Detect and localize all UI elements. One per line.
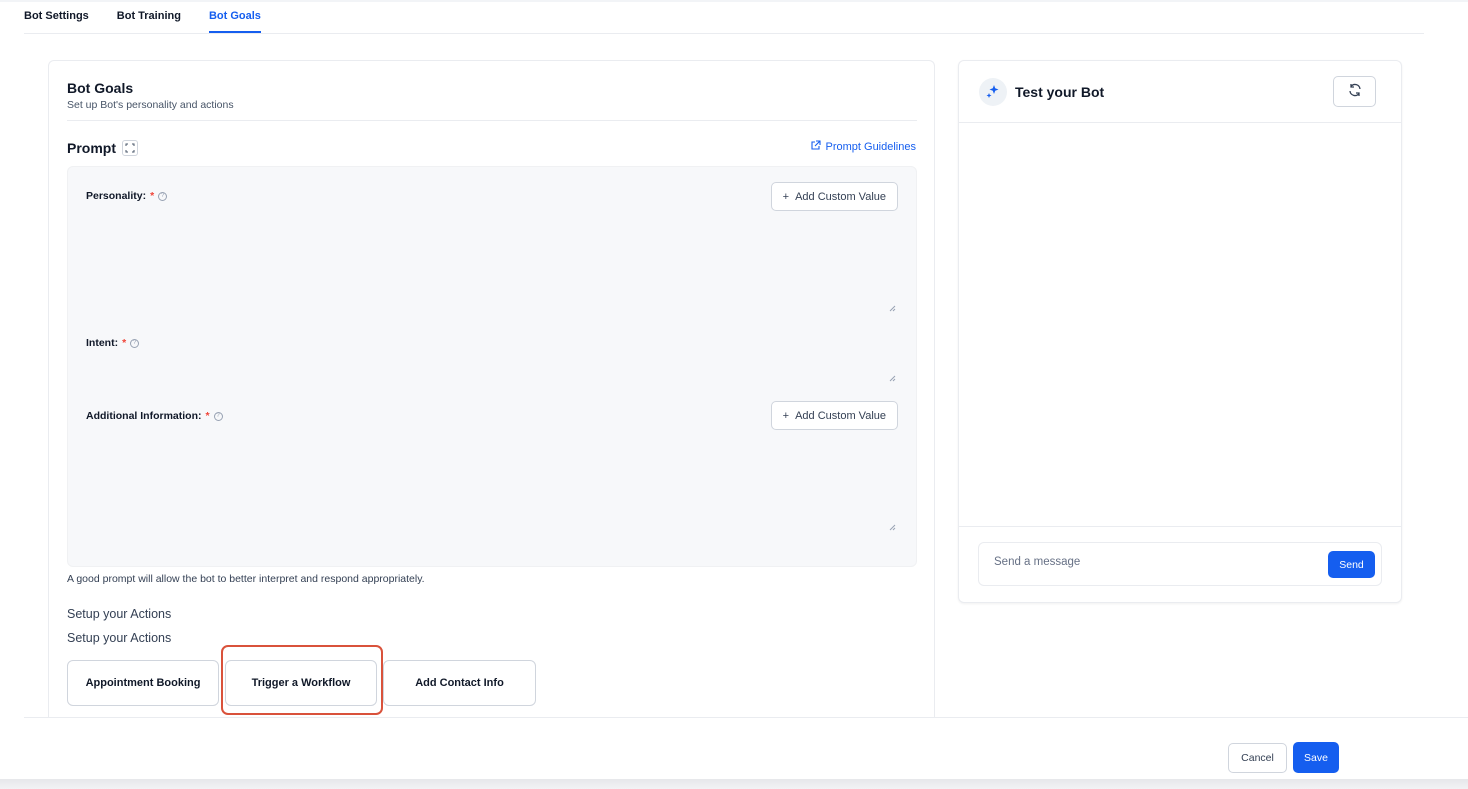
plus-icon: + xyxy=(782,190,790,203)
additional-info-label-text: Additional Information: xyxy=(86,410,202,422)
bot-goals-card: Bot Goals Set up Bot's personality and a… xyxy=(48,60,935,740)
resize-handle-icon[interactable] xyxy=(888,523,896,534)
chat-divider xyxy=(959,526,1401,527)
bottom-shade xyxy=(0,779,1468,789)
add-custom-value-label: Add Custom Value xyxy=(795,409,886,422)
card-title: Bot Goals xyxy=(67,80,134,96)
card-subtitle: Set up Bot's personality and actions xyxy=(67,99,234,111)
message-input[interactable] xyxy=(994,556,1314,568)
tabs-divider xyxy=(24,33,1424,34)
resize-handle-icon[interactable] xyxy=(888,374,896,385)
add-custom-value-button[interactable]: + Add Custom Value xyxy=(770,401,898,430)
additional-info-textarea[interactable] xyxy=(86,437,898,537)
prompt-guidelines-link[interactable]: Prompt Guidelines xyxy=(810,140,917,154)
highlight-box xyxy=(221,645,383,715)
prompt-box: Personality: * ? + Add Custom Value Inte… xyxy=(67,166,917,567)
send-button[interactable]: Send xyxy=(1328,551,1375,578)
message-box: Send xyxy=(978,542,1382,586)
appointment-booking-button[interactable]: Appointment Booking xyxy=(67,660,219,706)
prompt-help-text: A good prompt will allow the bot to bett… xyxy=(67,573,425,585)
add-contact-info-button[interactable]: Add Contact Info xyxy=(383,660,536,706)
info-icon[interactable]: ? xyxy=(158,191,168,201)
tab-bot-settings[interactable]: Bot Settings xyxy=(24,0,89,33)
personality-label-text: Personality: xyxy=(86,190,147,202)
required-marker: * xyxy=(150,190,155,202)
tab-bot-training[interactable]: Bot Training xyxy=(117,0,181,33)
sparkle-icon xyxy=(979,78,1007,106)
tab-bar: Bot Settings Bot Training Bot Goals xyxy=(24,0,289,33)
prompt-title: Prompt xyxy=(67,140,116,156)
actions-heading: Setup your Actions xyxy=(67,631,172,645)
intent-label-text: Intent: xyxy=(86,337,119,349)
personality-label: Personality: * ? xyxy=(86,190,168,202)
add-custom-value-button[interactable]: + Add Custom Value xyxy=(770,182,898,211)
personality-textarea[interactable] xyxy=(86,217,898,317)
resize-handle-icon[interactable] xyxy=(888,304,896,315)
tab-bot-goals[interactable]: Bot Goals xyxy=(208,0,261,33)
card-divider xyxy=(67,120,917,121)
add-custom-value-label: Add Custom Value xyxy=(795,190,886,203)
test-bot-title: Test your Bot xyxy=(1015,84,1105,100)
cancel-button[interactable]: Cancel xyxy=(1228,743,1287,773)
prompt-heading: Prompt xyxy=(67,140,138,156)
test-bot-card: Test your Bot Send xyxy=(958,60,1402,603)
actions-heading: Setup your Actions xyxy=(67,607,172,621)
required-marker: * xyxy=(122,337,127,349)
intent-textarea[interactable] xyxy=(86,355,898,387)
refresh-icon xyxy=(1348,83,1362,101)
required-marker: * xyxy=(205,410,210,422)
test-bot-header: Test your Bot xyxy=(959,61,1401,123)
plus-icon: + xyxy=(782,409,790,422)
info-icon[interactable]: ? xyxy=(213,411,223,421)
refresh-button[interactable] xyxy=(1333,76,1376,107)
save-button[interactable]: Save xyxy=(1293,742,1339,773)
external-link-icon xyxy=(810,140,821,154)
prompt-guidelines-label: Prompt Guidelines xyxy=(825,141,917,153)
additional-info-label: Additional Information: * ? xyxy=(86,410,223,422)
intent-label: Intent: * ? xyxy=(86,337,140,349)
expand-icon[interactable] xyxy=(122,140,138,156)
info-icon[interactable]: ? xyxy=(130,338,140,348)
